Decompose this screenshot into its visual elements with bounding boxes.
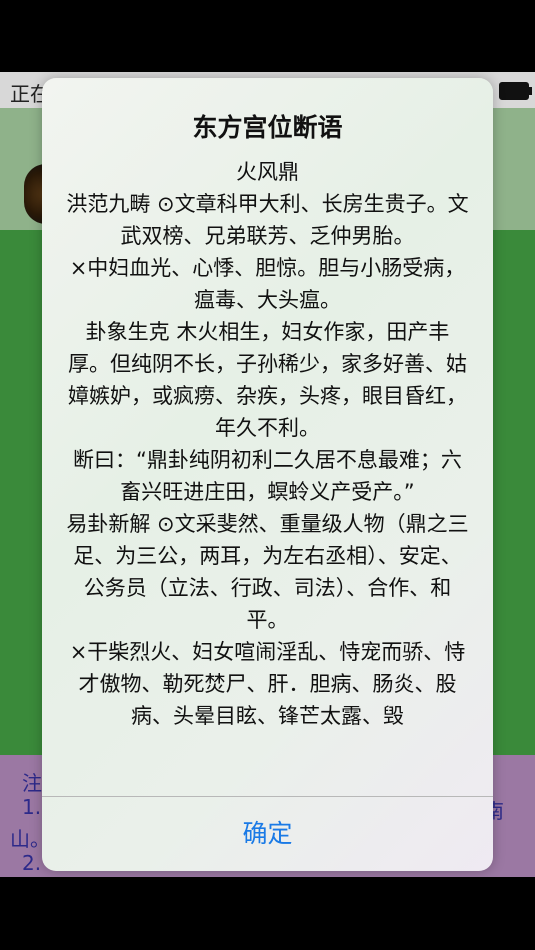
alert-paragraph: 洪范九畴 ⊙文章科甲大利、长房生贵子。文武双榜、兄弟联芳、乏仲男胎。 bbox=[66, 192, 469, 248]
note-line: 2. bbox=[22, 851, 42, 875]
alert-paragraph: ×干柴烈火、妇女喧闹淫乱、恃宠而骄、恃才傲物、勒死焚尸、肝．胆病、肠炎、股病、头… bbox=[69, 640, 466, 728]
screen: 正在 注 1. 山。 2. 南 东方宫位断语 火风鼎 洪范九畴 ⊙文章科甲大利、… bbox=[0, 0, 535, 950]
alert-paragraph: 易卦新解 ⊙文采斐然、重量级人物（鼎之三足、为三公，两耳，为左右丞相）、安定、公… bbox=[66, 512, 469, 632]
alert-title: 东方宫位断语 bbox=[192, 113, 343, 142]
alert-message: 火风鼎 洪范九畴 ⊙文章科甲大利、长房生贵子。文武双榜、兄弟联芳、乏仲男胎。 ×… bbox=[66, 156, 469, 862]
confirm-button[interactable]: 确定 bbox=[42, 797, 493, 871]
alert-dialog: 东方宫位断语 火风鼎 洪范九畴 ⊙文章科甲大利、长房生贵子。文武双榜、兄弟联芳、… bbox=[42, 78, 493, 871]
note-line: 注 bbox=[22, 771, 42, 795]
alert-paragraph: ×中妇血光、心悸、胆惊。胆与小肠受病，瘟毒、大头瘟。 bbox=[69, 256, 466, 312]
battery-icon bbox=[499, 82, 532, 100]
alert-paragraph: 卦象生克 木火相生，妇女作家，田产丰厚。但纯阴不长，子孙稀少，家多好善、姑嫜嫉妒… bbox=[68, 320, 467, 440]
bottom-bar bbox=[0, 877, 535, 950]
alert-subtitle: 火风鼎 bbox=[236, 160, 299, 184]
alert-paragraph: 断曰：“鼎卦纯阴初利二久居不息最难；六畜兴旺进庄田，螟蛉义产受产。” bbox=[73, 448, 462, 504]
note-line: 1. bbox=[22, 795, 42, 819]
